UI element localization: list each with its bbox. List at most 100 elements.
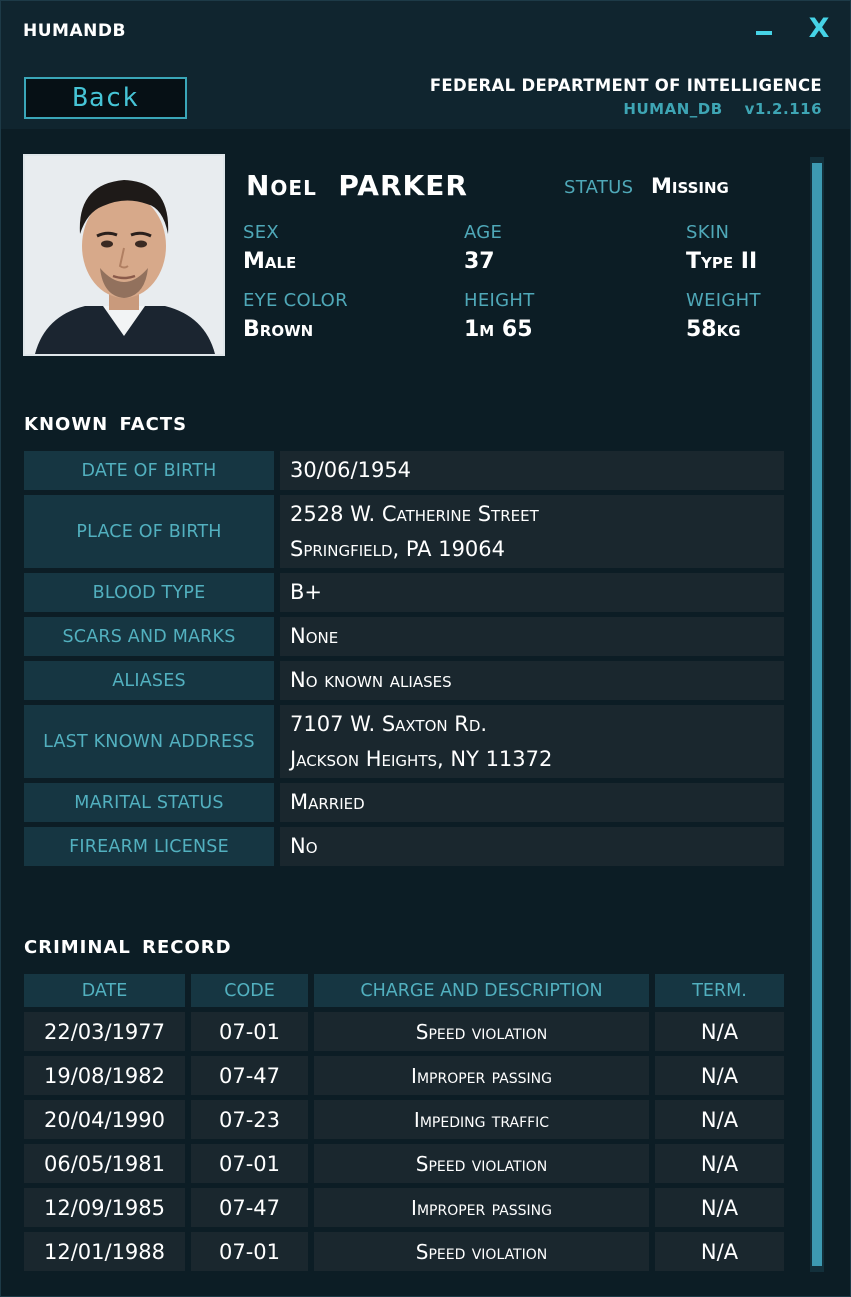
fact-value-line: B+ [290,580,323,604]
fact-value-line: None [290,624,339,648]
cell-code: 07-47 [191,1188,308,1227]
fact-value-line: Jackson Heights, NY 11372 [290,746,553,771]
fact-value: None [280,617,784,656]
cell-charge: Improper passing [314,1056,649,1095]
cell-term: N/A [655,1144,784,1183]
table-row: 19/08/1982 07-47 Improper passing N/A [24,1056,784,1095]
fact-row-last-known-address: LAST KNOWN ADDRESS 7107 W. Saxton Rd. Jac… [24,705,784,778]
cell-term: N/A [655,1232,784,1271]
fact-key: ALIASES [24,661,274,700]
cell-charge: Improper passing [314,1188,649,1227]
fact-row-place-of-birth: PLACE OF BIRTH 2528 W. Catherine Street S… [24,495,784,568]
app-window: HUMANDB X Back FEDERAL DEPARTMENT OF INT… [0,0,851,1297]
back-button[interactable]: Back [24,77,187,119]
table-row: 06/05/1981 07-01 Speed violation N/A [24,1144,784,1183]
scrollbar-thumb[interactable] [812,163,822,1266]
table-header-row: DATE CODE CHARGE AND DESCRIPTION TERM. [24,974,784,1007]
fact-value: B+ [280,573,784,612]
skin-label: SKIN [686,222,730,243]
fact-value: No known aliases [280,661,784,700]
fact-key: SCARS AND MARKS [24,617,274,656]
cell-code: 07-01 [191,1232,308,1271]
close-icon[interactable]: X [805,13,833,44]
column-header-date: DATE [24,974,185,1007]
cell-date: 12/09/1985 [24,1188,185,1227]
fact-key: MARITAL STATUS [24,783,274,822]
fact-value-line: 30/06/1954 [290,458,412,482]
app-title: HUMANDB [23,21,126,41]
weight-value: 58kg [686,317,741,342]
fact-row-date-of-birth: DATE OF BIRTH 30/06/1954 [24,451,784,490]
agency-name: FEDERAL DEPARTMENT OF INTELLIGENCE [429,76,822,95]
cell-charge: Speed violation [314,1144,649,1183]
fact-value: Married [280,783,784,822]
cell-term: N/A [655,1100,784,1139]
fact-row-aliases: ALIASES No known aliases [24,661,784,700]
fact-value: 7107 W. Saxton Rd. Jackson Heights, NY 11… [280,705,784,778]
table-row: 20/04/1990 07-23 Impeding traffic N/A [24,1100,784,1139]
sex-label: SEX [243,222,280,243]
known-facts-table: DATE OF BIRTH 30/06/1954 PLACE OF BIRTH … [24,451,784,871]
fact-value-line: No [290,834,318,858]
weight-label: WEIGHT [686,290,761,311]
table-row: 12/09/1985 07-47 Improper passing N/A [24,1188,784,1227]
cell-term: N/A [655,1056,784,1095]
cell-term: N/A [655,1188,784,1227]
column-header-code: CODE [191,974,308,1007]
cell-date: 06/05/1981 [24,1144,185,1183]
cell-date: 19/08/1982 [24,1056,185,1095]
cell-term: N/A [655,1012,784,1051]
fact-row-scars-and-marks: SCARS AND MARKS None [24,617,784,656]
fact-key: DATE OF BIRTH [24,451,274,490]
known-facts-title: KNOWN FACTS [24,414,188,435]
column-header-charge: CHARGE AND DESCRIPTION [314,974,649,1007]
cell-date: 20/04/1990 [24,1100,185,1139]
status-label: STATUS [564,177,634,198]
fact-value: 30/06/1954 [280,451,784,490]
fact-value: 2528 W. Catherine Street Springfield, PA … [280,495,784,568]
cell-code: 07-01 [191,1144,308,1183]
skin-value: Type II [686,249,758,274]
fact-row-firearm-license: FIREARM LICENSE No [24,827,784,866]
person-name: Noel PARKER [246,169,468,202]
fact-value-line: Married [290,790,365,814]
cell-code: 07-47 [191,1056,308,1095]
db-version: v1.2.116 [744,100,822,118]
fact-key: PLACE OF BIRTH [24,495,274,568]
fact-key: LAST KNOWN ADDRESS [24,705,274,778]
criminal-record-table: DATE CODE CHARGE AND DESCRIPTION TERM. 2… [24,974,784,1276]
cell-charge: Speed violation [314,1232,649,1271]
minimize-icon[interactable] [753,13,777,43]
vertical-scrollbar[interactable] [810,157,824,1272]
eye-color-value: Brown [243,317,314,342]
fact-row-blood-type: BLOOD TYPE B+ [24,573,784,612]
first-name: Noel [246,169,317,202]
height-value: 1m 65 [464,317,533,342]
fact-value: No [280,827,784,866]
column-header-term: TERM. [655,974,784,1007]
cell-charge: Impeding traffic [314,1100,649,1139]
db-version-line: HUMAN_DB v1.2.116 [623,100,822,118]
fact-value-line: Springfield, PA 19064 [290,536,506,561]
fact-row-marital-status: MARITAL STATUS Married [24,783,784,822]
fact-value-line: 2528 W. Catherine Street [290,501,539,526]
fact-key: FIREARM LICENSE [24,827,274,866]
cell-charge: Speed violation [314,1012,649,1051]
table-row: 12/01/1988 07-01 Speed violation N/A [24,1232,784,1271]
cell-date: 22/03/1977 [24,1012,185,1051]
age-label: AGE [464,222,503,243]
age-value: 37 [464,249,495,274]
height-label: HEIGHT [464,290,535,311]
cell-code: 07-01 [191,1012,308,1051]
fact-value-line: 7107 W. Saxton Rd. [290,711,488,736]
table-row: 22/03/1977 07-01 Speed violation N/A [24,1012,784,1051]
db-name: HUMAN_DB [623,100,723,118]
last-name: PARKER [338,169,468,202]
portrait-illustration [25,156,223,354]
cell-date: 12/01/1988 [24,1232,185,1271]
cell-code: 07-23 [191,1100,308,1139]
fact-value-line: No known aliases [290,668,452,692]
criminal-record-title: CRIMINAL RECORD [24,937,232,958]
sex-value: Male [243,249,297,274]
portrait-photo [23,154,225,356]
